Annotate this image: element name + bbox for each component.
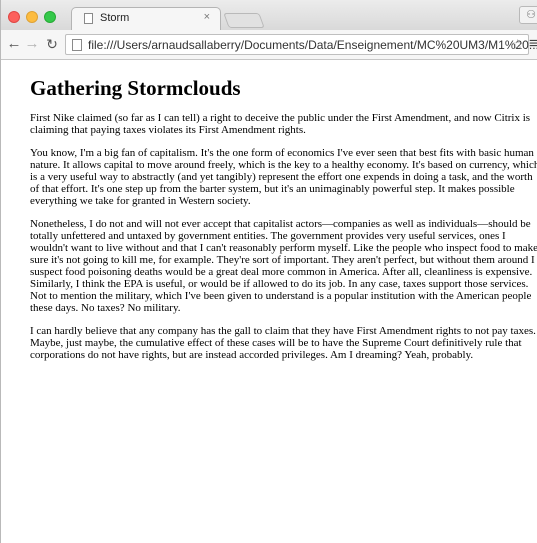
new-tab-button[interactable] (223, 13, 265, 28)
paragraph: Nonetheless, I do not and will not ever … (30, 218, 537, 314)
page-icon (84, 13, 93, 24)
page-title: Gathering Stormclouds (30, 76, 241, 100)
paragraph: You know, I'm a big fan of capitalism. I… (30, 147, 537, 207)
paragraph: I can hardly believe that any company ha… (30, 325, 536, 361)
reload-icon[interactable]: ↻ (43, 35, 61, 53)
close-window-button[interactable] (8, 11, 20, 23)
tab-storm[interactable]: Storm × (71, 7, 221, 30)
address-bar[interactable]: file:///Users/arnaudsallaberry/Documents… (65, 34, 537, 55)
hamburger-menu-icon[interactable]: ≡ (529, 35, 537, 52)
maximize-window-button[interactable] (44, 11, 56, 23)
url-text[interactable]: file:///Users/arnaudsallaberry/Documents… (88, 38, 537, 52)
tab-title: Storm (100, 12, 130, 24)
profile-button[interactable]: ⚇ (519, 6, 537, 24)
back-arrow-icon[interactable]: ← (5, 35, 23, 53)
article: Gathering Stormclouds First Nike claimed… (30, 60, 537, 361)
page-content: Gathering Stormclouds First Nike claimed… (1, 60, 537, 543)
title-bar: Storm × ⚇ (1, 0, 537, 31)
minimize-window-button[interactable] (26, 11, 38, 23)
navigation-toolbar: ← → ↻ file:///Users/arnaudsallaberry/Doc… (1, 30, 537, 60)
browser-window: Storm × ⚇ ← → ↻ file:///Users/arnaudsall… (0, 0, 537, 543)
star-icon[interactable]: ☆ (511, 36, 524, 53)
tab-close-icon[interactable]: × (204, 11, 210, 23)
page-icon (72, 39, 82, 51)
paragraph: First Nike claimed (so far as I can tell… (30, 112, 531, 136)
forward-arrow-icon[interactable]: → (23, 35, 41, 53)
